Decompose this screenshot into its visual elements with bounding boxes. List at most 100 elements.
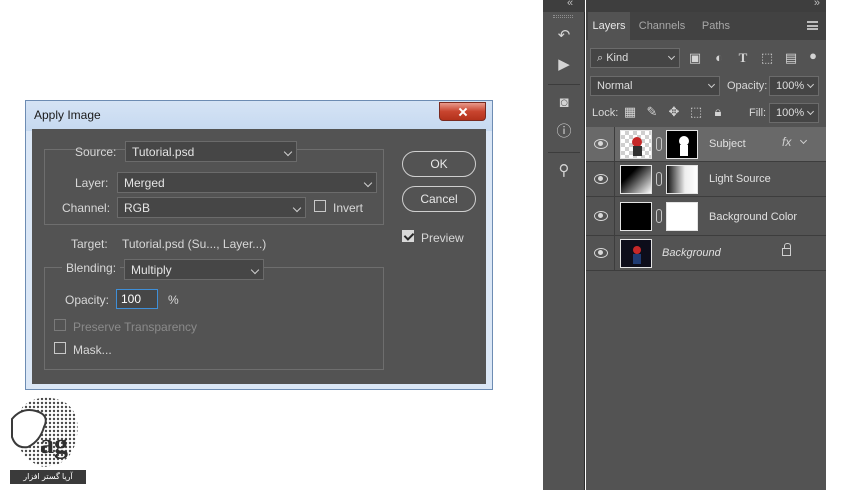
- visibility-eye-icon[interactable]: [594, 248, 608, 258]
- subject-figure-icon: [632, 137, 642, 156]
- layer-thumbnail: [620, 239, 652, 268]
- info-icon[interactable]: ⓘ: [555, 123, 573, 141]
- opacity-field[interactable]: 100%: [769, 76, 819, 96]
- layer-value: Merged: [124, 176, 165, 190]
- adjustment-filter-icon[interactable]: ◐: [711, 50, 727, 66]
- chevron-down-icon: [363, 178, 373, 188]
- layer-dropdown[interactable]: Merged: [117, 172, 377, 193]
- history-icon[interactable]: ↶: [555, 27, 573, 45]
- panel-topbar[interactable]: [586, 0, 826, 12]
- lock-artboard-icon[interactable]: ⬚: [688, 104, 704, 120]
- preserve-transparency-label: Preserve Transparency: [73, 320, 198, 334]
- layer-name: Background Color: [709, 211, 798, 223]
- mask-label: Mask...: [73, 343, 112, 357]
- chevron-down-icon: [806, 80, 815, 89]
- smart-object-filter-icon[interactable]: ▤: [783, 50, 799, 66]
- fx-icon[interactable]: fx: [782, 135, 791, 149]
- layer-row-subject[interactable]: Subject fx: [586, 127, 826, 162]
- channel-label: Channel:: [62, 201, 111, 215]
- blend-mode-dropdown[interactable]: Normal: [590, 76, 720, 96]
- layer-name: Subject: [709, 138, 746, 150]
- invert-checkbox[interactable]: [314, 200, 326, 212]
- source-value: Tutorial.psd: [132, 145, 195, 159]
- preview-label: Preview: [421, 231, 464, 245]
- tab-paths[interactable]: Paths: [696, 12, 736, 40]
- lock-label: Lock:: [592, 107, 619, 119]
- actions-play-icon[interactable]: ▶: [555, 56, 573, 74]
- link-icon[interactable]: [656, 172, 662, 186]
- blending-value: Multiply: [131, 263, 172, 277]
- layer-name: Light Source: [709, 173, 771, 185]
- chevron-down-icon: [250, 265, 260, 275]
- mask-checkbox[interactable]: [54, 342, 66, 354]
- link-icon[interactable]: [656, 137, 662, 151]
- fill-field[interactable]: 100%: [769, 103, 819, 123]
- layer-mask-thumbnail[interactable]: [666, 165, 698, 194]
- opacity-label: Opacity:: [65, 293, 110, 307]
- blending-dropdown[interactable]: Multiply: [124, 259, 264, 280]
- fill-value: 100%: [776, 107, 805, 119]
- tab-layers[interactable]: Layers: [588, 12, 630, 40]
- layer-thumbnail: [620, 165, 652, 194]
- layer-row-background-color[interactable]: Background Color: [586, 197, 826, 236]
- cancel-button[interactable]: Cancel: [402, 186, 476, 212]
- lock-position-icon[interactable]: ✥: [666, 104, 682, 120]
- preserve-transparency-checkbox[interactable]: [54, 319, 66, 331]
- grip-icon[interactable]: [553, 15, 573, 18]
- shape-filter-icon[interactable]: ⬚: [759, 50, 775, 66]
- channel-dropdown[interactable]: RGB: [117, 197, 306, 218]
- search-icon: ⌕: [597, 52, 607, 64]
- clone-source-icon[interactable]: ⚲: [555, 162, 573, 180]
- divider: [614, 162, 615, 197]
- layers-panel: Layers Channels Paths ⌕ Kind ▣ ◐ T ⬚ ▤ ●…: [586, 0, 826, 490]
- opacity-label: Opacity:: [727, 80, 768, 92]
- collapse-bar[interactable]: [543, 0, 585, 12]
- invert-label: Invert: [333, 201, 364, 215]
- lock-icon: [782, 243, 791, 256]
- opacity-unit: %: [168, 293, 179, 307]
- layer-thumbnail: [620, 202, 652, 231]
- tab-channels[interactable]: Channels: [634, 12, 690, 40]
- channel-value: RGB: [124, 201, 151, 215]
- apply-image-dialog: Apply Image Source: Tutorial.psd Layer: …: [25, 100, 493, 390]
- lock-all-icon[interactable]: 🔒︎: [710, 104, 726, 120]
- dialog-body: Source: Tutorial.psd Layer: Merged Chann…: [32, 129, 486, 384]
- blend-mode-value: Normal: [597, 80, 633, 92]
- svg-text:ag: ag: [40, 429, 68, 460]
- source-dropdown[interactable]: Tutorial.psd: [125, 141, 297, 162]
- layer-name: Background: [662, 247, 721, 259]
- visibility-eye-icon[interactable]: [594, 139, 608, 149]
- filter-kind-value: Kind: [606, 52, 629, 64]
- layer-row-background[interactable]: Background: [586, 236, 826, 271]
- panel-menu-icon[interactable]: [807, 21, 818, 30]
- lock-transparent-icon[interactable]: ▦: [622, 104, 638, 120]
- divider: [614, 127, 615, 162]
- link-icon[interactable]: [656, 209, 662, 223]
- layer-mask-thumbnail[interactable]: [666, 130, 698, 159]
- ok-button[interactable]: OK: [402, 151, 476, 177]
- divider: [548, 152, 580, 153]
- blending-label: Blending:: [62, 261, 121, 275]
- fill-label: Fill:: [749, 107, 767, 119]
- opacity-input[interactable]: 100: [116, 289, 158, 309]
- visibility-eye-icon[interactable]: [594, 174, 608, 184]
- background-figure-icon: [633, 246, 641, 264]
- pixel-filter-icon[interactable]: ▣: [687, 50, 703, 66]
- visibility-eye-icon[interactable]: [594, 211, 608, 221]
- adjustments-icon[interactable]: ◙: [555, 94, 573, 112]
- layer-row-light-source[interactable]: Light Source: [586, 162, 826, 197]
- close-button[interactable]: [439, 102, 486, 121]
- chevron-down-icon[interactable]: [799, 136, 808, 145]
- source-label: Source:: [75, 145, 117, 159]
- chevron-down-icon: [283, 147, 293, 157]
- layer-mask-thumbnail[interactable]: [666, 202, 698, 231]
- filter-toggle-icon[interactable]: ●: [808, 48, 818, 64]
- panel-icon-strip: ↶ ▶ ◙ ⓘ ⚲: [543, 0, 585, 490]
- type-filter-icon[interactable]: T: [735, 50, 751, 66]
- layer-label: Layer:: [75, 176, 109, 190]
- filter-kind-dropdown[interactable]: ⌕ Kind: [590, 48, 680, 68]
- lock-brush-icon[interactable]: ✎: [644, 104, 660, 120]
- panel-tabs: Layers Channels Paths: [586, 12, 826, 40]
- preview-checkbox[interactable]: [402, 230, 414, 242]
- logo-caption: آریا گستر افزار: [10, 470, 86, 484]
